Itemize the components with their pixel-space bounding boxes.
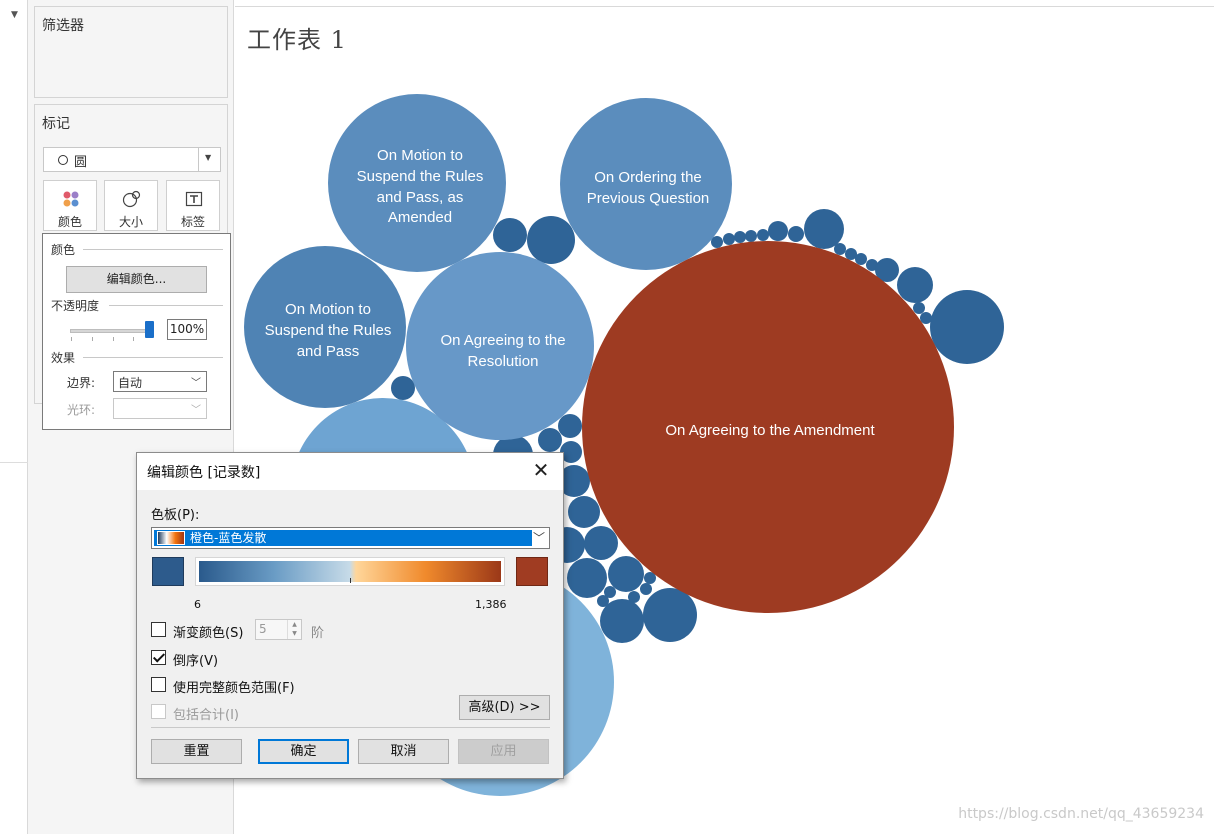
bubble[interactable] bbox=[855, 253, 867, 265]
apply-button[interactable]: 应用 bbox=[458, 739, 549, 764]
bubble[interactable] bbox=[723, 233, 735, 245]
steps-stepper[interactable]: 5 ▲ ▼ bbox=[255, 619, 302, 640]
gradient-center-mark bbox=[350, 578, 351, 583]
stepped-color-checkbox[interactable] bbox=[151, 622, 166, 637]
bubble-label: Amended bbox=[388, 209, 452, 226]
palette-selected-item: 橙色-蓝色发散 bbox=[154, 530, 532, 546]
bubble-label: Previous Question bbox=[587, 190, 710, 207]
palette-value: 橙色-蓝色发散 bbox=[190, 531, 267, 545]
watermark: https://blog.csdn.net/qq_43659234 bbox=[958, 806, 1204, 822]
spinner-arrows-icon[interactable]: ▲ ▼ bbox=[287, 620, 301, 639]
reversed-checkbox[interactable] bbox=[151, 650, 166, 665]
bubble[interactable] bbox=[643, 588, 697, 642]
bubble[interactable] bbox=[897, 267, 933, 303]
bubble[interactable] bbox=[584, 526, 618, 560]
bubble[interactable] bbox=[788, 226, 804, 242]
advanced-button[interactable]: 高级(D) >> bbox=[459, 695, 550, 720]
palette-gradient-icon bbox=[157, 531, 185, 545]
reset-button[interactable]: 重置 bbox=[151, 739, 242, 764]
stepped-color-label: 渐变颜色(S) bbox=[173, 626, 244, 641]
bubble[interactable] bbox=[600, 599, 644, 643]
bubble[interactable] bbox=[391, 376, 415, 400]
close-icon[interactable]: ✕ bbox=[529, 458, 553, 482]
bubble-label: and Pass, as bbox=[377, 189, 464, 206]
bubble[interactable] bbox=[734, 231, 746, 243]
bubble-label: and Pass bbox=[297, 343, 360, 360]
cancel-button[interactable]: 取消 bbox=[358, 739, 449, 764]
bubble[interactable] bbox=[608, 556, 644, 592]
bubble[interactable] bbox=[834, 243, 846, 255]
range-min: 6 bbox=[194, 598, 201, 611]
start-color-swatch[interactable] bbox=[152, 557, 184, 586]
chevron-down-icon: ﹀ bbox=[532, 531, 545, 545]
bubble[interactable] bbox=[768, 221, 788, 241]
include-totals-label: 包括合计(I) bbox=[173, 708, 239, 723]
range-max: 1,386 bbox=[475, 598, 507, 611]
bubble[interactable] bbox=[913, 302, 925, 314]
dialog-title: 编辑颜色 [记录数] bbox=[147, 465, 261, 481]
end-color-swatch[interactable] bbox=[516, 557, 548, 586]
full-range-checkbox[interactable] bbox=[151, 677, 166, 692]
steps-value: 5 bbox=[259, 622, 267, 636]
bubble[interactable] bbox=[745, 230, 757, 242]
palette-label: 色板(P): bbox=[151, 508, 200, 523]
bubble[interactable] bbox=[568, 496, 600, 528]
divider bbox=[151, 727, 550, 728]
bubble-label: On Ordering the bbox=[594, 169, 702, 186]
bubble-label: Resolution bbox=[468, 353, 539, 370]
bubble-label: On Agreeing to the Amendment bbox=[665, 422, 875, 439]
ok-button[interactable]: 确定 bbox=[258, 739, 349, 764]
color-gradient-preview bbox=[195, 557, 505, 586]
bubble[interactable] bbox=[493, 218, 527, 252]
bubble-label: Suspend the Rules bbox=[265, 322, 392, 339]
bubble[interactable] bbox=[558, 414, 582, 438]
bubble-label: On Motion to bbox=[377, 147, 463, 164]
edit-colors-dialog: 编辑颜色 [记录数] ✕ 色板(P): 橙色-蓝色发散 ﹀ 6 1,386 渐变… bbox=[136, 452, 564, 779]
bubble[interactable] bbox=[757, 229, 769, 241]
bubble-label: On Agreeing to the bbox=[440, 332, 565, 349]
reversed-label: 倒序(V) bbox=[173, 654, 219, 669]
bubble[interactable] bbox=[804, 209, 844, 249]
bubble[interactable] bbox=[920, 312, 932, 324]
bubble[interactable] bbox=[567, 558, 607, 598]
include-totals-checkbox[interactable] bbox=[151, 704, 166, 719]
bubble-label: On Motion to bbox=[285, 301, 371, 318]
bubble[interactable] bbox=[640, 583, 652, 595]
dialog-titlebar[interactable]: 编辑颜色 [记录数] ✕ bbox=[137, 453, 563, 490]
steps-unit: 阶 bbox=[311, 626, 325, 641]
bubble[interactable] bbox=[527, 216, 575, 264]
bubble[interactable] bbox=[930, 290, 1004, 364]
full-range-label: 使用完整颜色范围(F) bbox=[173, 681, 295, 696]
palette-select[interactable]: 橙色-蓝色发散 ﹀ bbox=[151, 527, 550, 549]
bubble[interactable] bbox=[538, 428, 562, 452]
bubble-label: Suspend the Rules bbox=[357, 168, 484, 185]
